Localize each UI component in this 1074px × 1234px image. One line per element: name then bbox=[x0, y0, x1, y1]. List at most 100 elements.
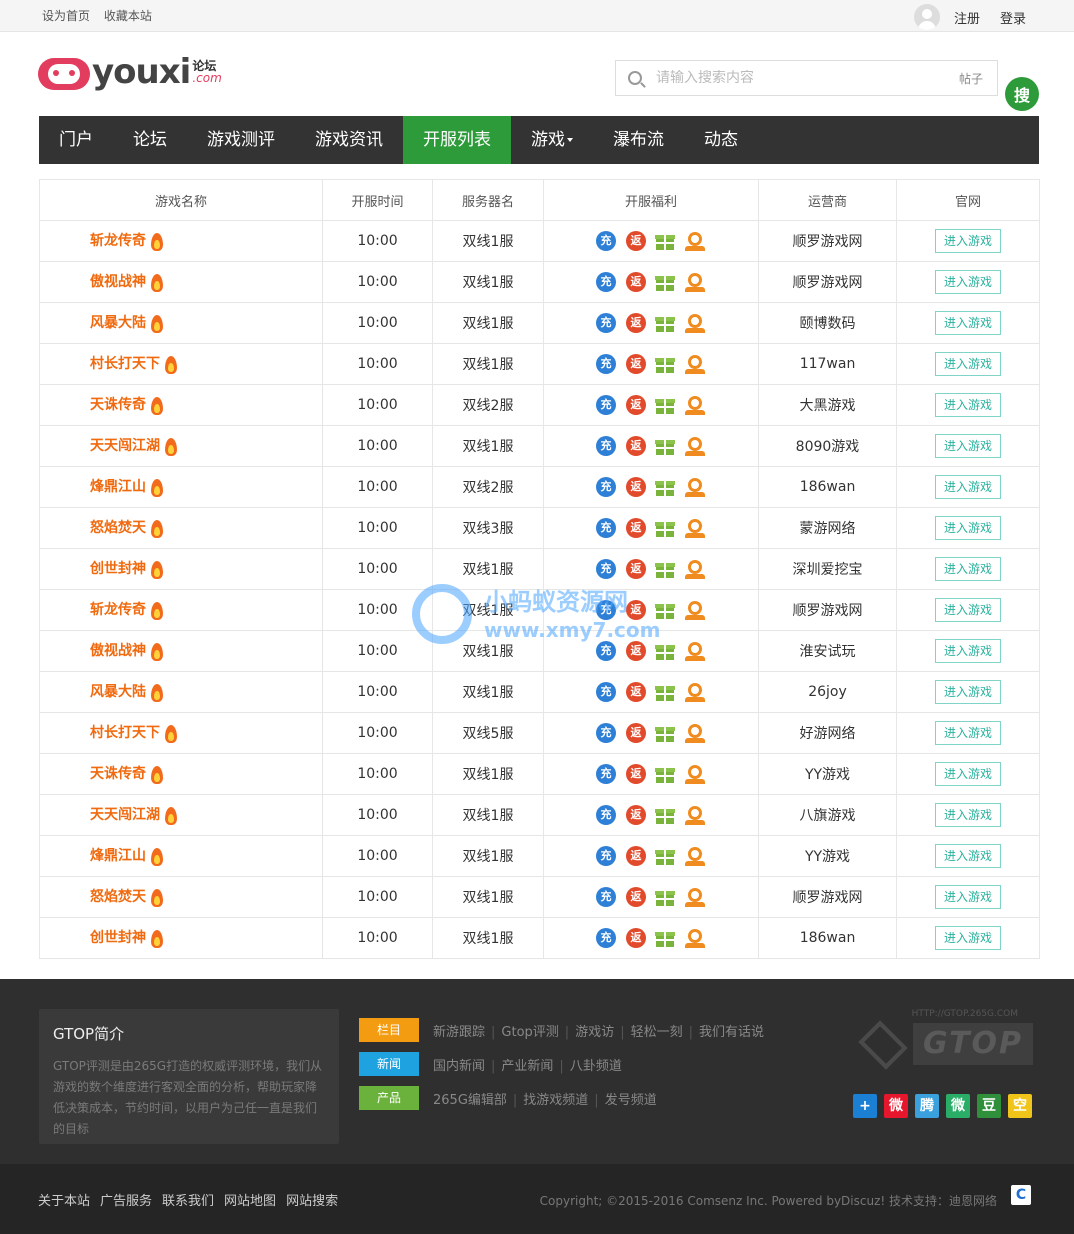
bottom-link[interactable]: 关于本站 bbox=[38, 1194, 90, 1209]
game-name-cell[interactable]: 村长打天下 bbox=[39, 343, 323, 385]
game-name[interactable]: 怒焰焚天 bbox=[90, 520, 146, 536]
enter-game-button[interactable]: 进入游戏 bbox=[934, 721, 1001, 745]
game-name-cell[interactable]: 傲视战神 bbox=[39, 261, 323, 303]
bottom-link[interactable]: 联系我们 bbox=[162, 1194, 214, 1209]
bottom-link[interactable]: 广告服务 bbox=[100, 1194, 152, 1209]
game-name[interactable]: 天天闯江湖 bbox=[90, 807, 160, 823]
game-name-cell[interactable]: 斩龙传奇 bbox=[39, 589, 323, 631]
bottom-link[interactable]: 网站地图 bbox=[224, 1194, 276, 1209]
game-name[interactable]: 天天闯江湖 bbox=[90, 438, 160, 454]
footer-link[interactable]: 八卦频道 bbox=[570, 1059, 622, 1074]
nav-item-4[interactable]: 开服列表 bbox=[403, 116, 511, 164]
game-name[interactable]: 傲视战神 bbox=[90, 274, 146, 290]
footer-link[interactable]: 国内新闻 bbox=[433, 1059, 485, 1074]
enter-game-button[interactable]: 进入游戏 bbox=[934, 598, 1001, 622]
login-link[interactable]: 登录 bbox=[1000, 8, 1026, 27]
game-name-cell[interactable]: 烽鼎江山 bbox=[39, 466, 323, 508]
nav-item-7[interactable]: 动态 bbox=[684, 116, 758, 164]
bookmark-link[interactable]: 收藏本站 bbox=[104, 9, 152, 23]
game-name-cell[interactable]: 天天闯江湖 bbox=[39, 425, 323, 467]
enter-game-button[interactable]: 进入游戏 bbox=[934, 885, 1001, 909]
footer-link[interactable]: 找游戏频道 bbox=[523, 1093, 588, 1108]
customer-service-icon bbox=[684, 764, 706, 784]
enter-game-button[interactable]: 进入游戏 bbox=[934, 434, 1001, 458]
footer-link[interactable]: 我们有话说 bbox=[699, 1025, 764, 1040]
game-name[interactable]: 烽鼎江山 bbox=[90, 479, 146, 495]
footer-link[interactable]: Gtop评测 bbox=[501, 1025, 558, 1040]
enter-game-button[interactable]: 进入游戏 bbox=[934, 844, 1001, 868]
enter-game-button[interactable]: 进入游戏 bbox=[934, 352, 1001, 376]
game-name[interactable]: 村长打天下 bbox=[90, 725, 160, 741]
nav-item-1[interactable]: 论坛 bbox=[113, 116, 187, 164]
enter-game-button[interactable]: 进入游戏 bbox=[934, 639, 1001, 663]
intro-title: GTOP简介 bbox=[53, 1025, 125, 1043]
certificate-icon[interactable]: C bbox=[1011, 1185, 1031, 1205]
search-input[interactable] bbox=[656, 70, 959, 86]
register-link[interactable]: 注册 bbox=[954, 8, 980, 27]
game-name-cell[interactable]: 怒焰焚天 bbox=[39, 507, 323, 549]
game-name-cell[interactable]: 怒焰焚天 bbox=[39, 876, 323, 918]
game-name[interactable]: 斩龙传奇 bbox=[90, 233, 146, 249]
enter-game-button[interactable]: 进入游戏 bbox=[934, 803, 1001, 827]
footer-link[interactable]: 轻松一刻 bbox=[631, 1025, 683, 1040]
qzone-icon[interactable]: 空 bbox=[1008, 1094, 1032, 1118]
game-name-cell[interactable]: 傲视战神 bbox=[39, 630, 323, 672]
enter-game-button[interactable]: 进入游戏 bbox=[934, 926, 1001, 950]
game-name-cell[interactable]: 天天闯江湖 bbox=[39, 794, 323, 836]
game-name[interactable]: 天诛传奇 bbox=[90, 397, 146, 413]
nav-item-2[interactable]: 游戏测评 bbox=[187, 116, 295, 164]
site-logo[interactable]: youxi 论坛 .com bbox=[38, 50, 222, 94]
enter-game-button[interactable]: 进入游戏 bbox=[934, 516, 1001, 540]
nav-item-6[interactable]: 瀑布流 bbox=[593, 116, 684, 164]
tencent-weibo-icon[interactable]: 腾 bbox=[915, 1094, 939, 1118]
game-name-cell[interactable]: 斩龙传奇 bbox=[39, 220, 323, 262]
enter-game-button[interactable]: 进入游戏 bbox=[934, 311, 1001, 335]
footer-link[interactable]: 新游跟踪 bbox=[433, 1025, 485, 1040]
bottom-link[interactable]: 网站搜索 bbox=[286, 1194, 338, 1209]
footer-link[interactable]: 265G编辑部 bbox=[433, 1093, 507, 1108]
game-name-cell[interactable]: 烽鼎江山 bbox=[39, 835, 323, 877]
game-name[interactable]: 村长打天下 bbox=[90, 356, 160, 372]
search-scope[interactable]: 帖子 bbox=[959, 70, 983, 87]
fire-icon bbox=[150, 640, 164, 662]
game-name[interactable]: 风暴大陆 bbox=[90, 315, 146, 331]
footer-link[interactable]: 产业新闻 bbox=[501, 1059, 553, 1074]
footer-link[interactable]: 发号频道 bbox=[605, 1093, 657, 1108]
game-name-cell[interactable]: 风暴大陆 bbox=[39, 671, 323, 713]
douban-icon[interactable]: 豆 bbox=[977, 1094, 1001, 1118]
enter-game-button[interactable]: 进入游戏 bbox=[934, 557, 1001, 581]
game-name[interactable]: 风暴大陆 bbox=[90, 684, 146, 700]
footer-link[interactable]: 游戏访 bbox=[575, 1025, 614, 1040]
enter-game-button[interactable]: 进入游戏 bbox=[934, 475, 1001, 499]
server-table: 游戏名称 开服时间 服务器名 开服福利 运营商 官网 斩龙传奇 10:00 双线1服… bbox=[39, 179, 1040, 959]
game-name-cell[interactable]: 创世封神 bbox=[39, 548, 323, 590]
game-name-cell[interactable]: 风暴大陆 bbox=[39, 302, 323, 344]
game-name[interactable]: 烽鼎江山 bbox=[90, 848, 146, 864]
enter-game-button[interactable]: 进入游戏 bbox=[934, 393, 1001, 417]
game-name[interactable]: 怒焰焚天 bbox=[90, 889, 146, 905]
gift-icon bbox=[655, 560, 675, 578]
game-name-cell[interactable]: 村长打天下 bbox=[39, 712, 323, 754]
enter-game-button[interactable]: 进入游戏 bbox=[934, 762, 1001, 786]
nav-item-3[interactable]: 游戏资讯 bbox=[295, 116, 403, 164]
game-name[interactable]: 创世封神 bbox=[90, 561, 146, 577]
game-name[interactable]: 创世封神 bbox=[90, 930, 146, 946]
set-home-link[interactable]: 设为首页 bbox=[42, 9, 90, 23]
enter-game-button[interactable]: 进入游戏 bbox=[934, 270, 1001, 294]
game-name-cell[interactable]: 天诛传奇 bbox=[39, 384, 323, 426]
search-button[interactable]: 搜 bbox=[1005, 77, 1039, 111]
plus-share-icon[interactable]: + bbox=[853, 1094, 877, 1118]
avatar-icon[interactable] bbox=[913, 4, 940, 30]
weibo-icon[interactable]: 微 bbox=[884, 1094, 908, 1118]
nav-item-5[interactable]: 游戏 bbox=[511, 116, 593, 164]
game-name-cell[interactable]: 创世封神 bbox=[39, 917, 323, 959]
enter-game-button[interactable]: 进入游戏 bbox=[934, 229, 1001, 253]
game-name[interactable]: 斩龙传奇 bbox=[90, 602, 146, 618]
game-name[interactable]: 傲视战神 bbox=[90, 643, 146, 659]
enter-game-button[interactable]: 进入游戏 bbox=[934, 680, 1001, 704]
game-name-cell[interactable]: 天诛传奇 bbox=[39, 753, 323, 795]
game-name[interactable]: 天诛传奇 bbox=[90, 766, 146, 782]
nav-item-0[interactable]: 门户 bbox=[39, 116, 113, 164]
gtop-logo[interactable]: HTTP://GTOP.265G.COM GTOP bbox=[855, 1009, 1033, 1070]
wechat-icon[interactable]: 微 bbox=[946, 1094, 970, 1118]
